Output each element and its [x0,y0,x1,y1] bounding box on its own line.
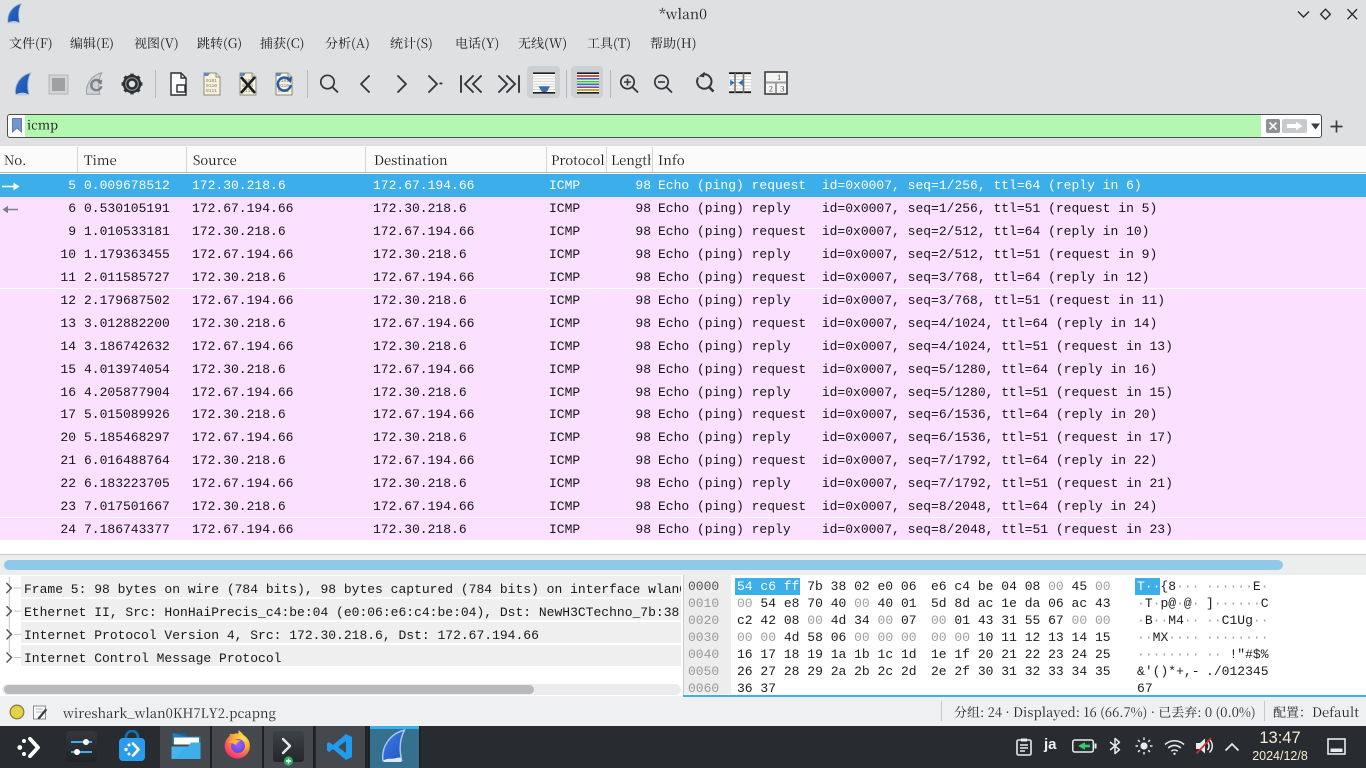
svg-text:2: 2 [769,84,773,94]
svg-text:3: 3 [780,84,784,94]
svg-text:1: 1 [777,72,781,82]
svg-text:0111: 0111 [206,88,217,94]
